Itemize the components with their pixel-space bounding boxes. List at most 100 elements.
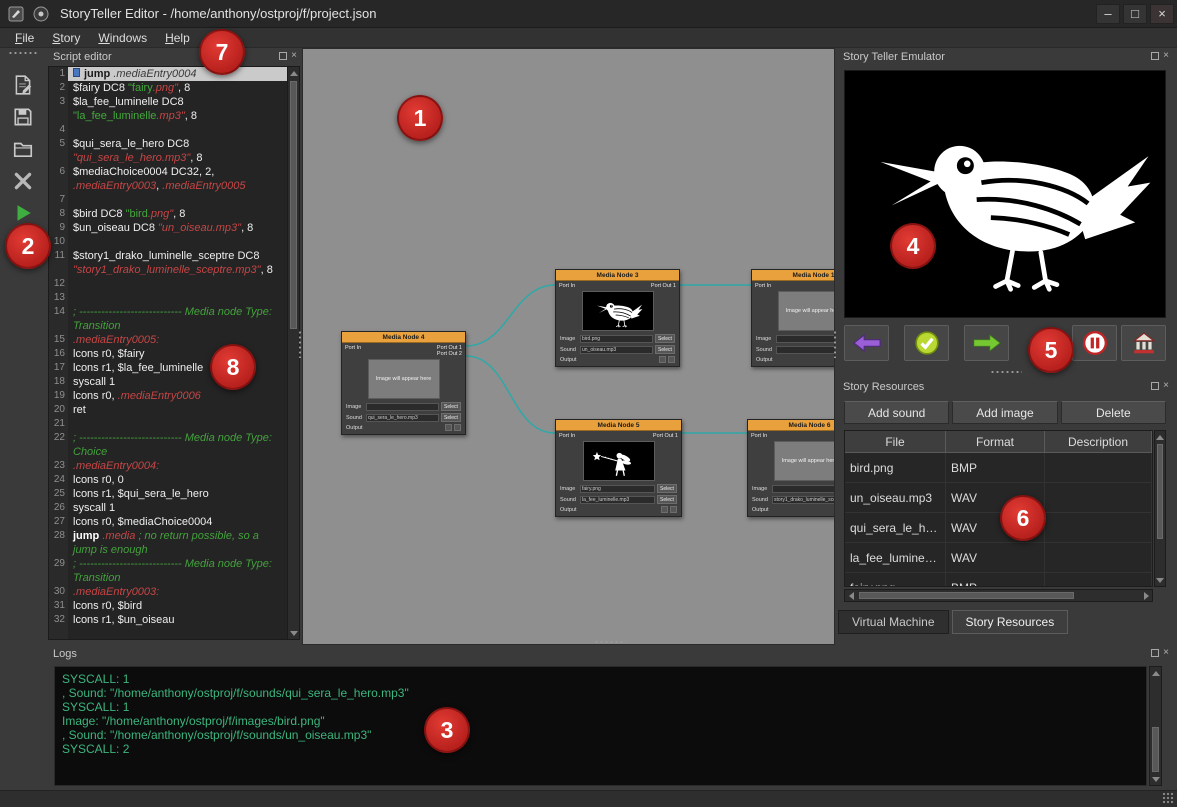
scroll-down-icon[interactable] [1155,574,1165,586]
node-title[interactable]: Media Node 5 [556,420,681,431]
scrollbar-thumb[interactable] [859,592,1074,599]
code-line-24[interactable]: 24lcons r0, 0 [49,473,287,487]
code-line-20[interactable]: 20ret [49,403,287,417]
media-node-3[interactable]: Media Node 3Port InPort Out 1Imagebird.p… [555,269,680,367]
connection-wire-2[interactable] [466,356,555,433]
close-panel-icon[interactable]: × [291,51,297,61]
output-remove-button[interactable] [670,506,677,513]
media-node-6[interactable]: Media Node 6Port InPort Out 1Image will … [747,419,835,517]
port-in[interactable]: Port In [755,283,771,289]
minimize-button[interactable]: – [1096,4,1120,24]
code-line-19[interactable]: 19lcons r0, .mediaEntry0006 [49,389,287,403]
select-image-button[interactable]: Select [655,334,675,343]
code-line-7[interactable]: 7 [49,193,287,207]
select-sound-button[interactable]: Select [655,345,675,354]
node-title[interactable]: Media Node 1 [752,270,835,281]
code-line-2[interactable]: 2$fairy DC8 "fairy.png", 8 [49,81,287,95]
tab-virtual-machine[interactable]: Virtual Machine [838,610,949,634]
logs-console[interactable]: SYSCALL: 1, Sound: "/home/anthony/ostpro… [54,666,1147,786]
run-button[interactable] [10,200,36,226]
code-line-9[interactable]: 9$un_oiseau DC8 "un_oiseau.mp3", 8 [49,221,287,235]
code-line-15[interactable]: 15.mediaEntry0005: [49,333,287,347]
code-line-13[interactable]: 13 [49,291,287,305]
port-in[interactable]: Port In [559,283,575,289]
save-button[interactable] [10,104,36,130]
scroll-up-icon[interactable] [288,67,299,79]
port-in[interactable]: Port In [559,433,575,439]
resources-table[interactable]: FileFormatDescription bird.pngBMPun_oise… [844,430,1153,587]
scroll-up-icon[interactable] [1155,431,1165,443]
select-sound-button[interactable]: Select [441,413,461,422]
column-header-description[interactable]: Description [1045,431,1152,453]
splitter-script-canvas[interactable] [298,330,303,358]
output-add-button[interactable] [445,424,452,431]
scroll-down-icon[interactable] [1150,773,1161,785]
next-button[interactable] [964,325,1009,361]
port-in[interactable]: Port In [345,345,361,357]
media-node-1[interactable]: Media Node 1Port InPort Out 1Image will … [751,269,835,367]
table-row[interactable]: qui_sera_le_h…WAV [845,513,1152,543]
node-title[interactable]: Media Node 6 [748,420,835,431]
code-line-1[interactable]: 1jump .mediaEntry0004 [49,67,287,81]
splitter-canvas-logs[interactable] [594,640,626,645]
scroll-left-icon[interactable] [845,590,857,601]
code-line-11[interactable]: 11$story1_drako_luminelle_sceptre DC8 "s… [49,249,287,277]
menu-story[interactable]: Story [43,30,89,46]
code-line-10[interactable]: 10 [49,235,287,249]
close-panel-icon[interactable]: × [1163,51,1169,61]
resources-horizontal-scrollbar[interactable] [844,589,1153,602]
float-panel-icon[interactable] [1151,649,1159,657]
code-line-3[interactable]: 3$la_fee_luminelle DC8 "la_fee_luminelle… [49,95,287,123]
float-panel-icon[interactable] [1151,52,1159,60]
validate-button[interactable] [904,325,949,361]
menu-windows[interactable]: Windows [89,30,156,46]
toolbar-drag-handle[interactable] [8,51,38,57]
open-button[interactable] [10,136,36,162]
close-panel-icon[interactable]: × [1163,648,1169,658]
delete-button[interactable]: Delete [1061,401,1166,424]
scroll-right-icon[interactable] [1140,590,1152,601]
column-header-file[interactable]: File [845,431,946,453]
table-row[interactable]: bird.pngBMP [845,453,1152,483]
close-project-button[interactable] [10,168,36,194]
add-sound-button[interactable]: Add sound [844,401,949,424]
add-image-button[interactable]: Add image [952,401,1057,424]
code-line-29[interactable]: 29; ---------------------------- Media n… [49,557,287,585]
connection-wire-1[interactable] [466,285,555,346]
scrollbar-thumb[interactable] [1152,727,1159,772]
home-button[interactable] [1121,325,1166,361]
node-canvas[interactable]: Media Node 4Port InPort Out 1Port Out 2I… [302,48,835,645]
resources-vertical-scrollbar[interactable] [1154,430,1166,587]
code-line-23[interactable]: 23.mediaEntry0004: [49,459,287,473]
table-row[interactable]: la_fee_lumine…WAV [845,543,1152,573]
code-line-8[interactable]: 8$bird DC8 "bird.png", 8 [49,207,287,221]
select-sound-button[interactable]: Select [657,495,677,504]
scrollbar-thumb[interactable] [290,81,297,329]
code-line-22[interactable]: 22; ---------------------------- Media n… [49,431,287,459]
select-image-button[interactable]: Select [441,402,461,411]
code-line-6[interactable]: 6$mediaChoice0004 DC32, 2, .mediaEntry00… [49,165,287,193]
title-bar[interactable]: StoryTeller Editor - /home/anthony/ostpr… [0,0,1177,28]
scroll-down-icon[interactable] [288,627,299,639]
tab-story-resources[interactable]: Story Resources [952,610,1069,634]
output-add-button[interactable] [659,356,666,363]
pause-button[interactable] [1072,325,1117,361]
output-remove-button[interactable] [454,424,461,431]
script-editor[interactable]: 1jump .mediaEntry00042$fairy DC8 "fairy.… [48,66,300,640]
code-line-30[interactable]: 30.mediaEntry0003: [49,585,287,599]
previous-button[interactable] [844,325,889,361]
media-node-4[interactable]: Media Node 4Port InPort Out 1Port Out 2I… [341,331,466,435]
close-panel-icon[interactable]: × [1163,381,1169,391]
maximize-button[interactable]: □ [1123,4,1147,24]
code-line-14[interactable]: 14; ---------------------------- Media n… [49,305,287,333]
code-line-4[interactable]: 4 [49,123,287,137]
code-line-28[interactable]: 28jump .media ; no return possible, so a… [49,529,287,557]
code-line-12[interactable]: 12 [49,277,287,291]
node-title[interactable]: Media Node 3 [556,270,679,281]
port-out[interactable]: Port Out 2 [437,351,462,357]
port-out[interactable]: Port Out 1 [651,283,676,289]
port-out[interactable]: Port Out 1 [653,433,678,439]
code-line-21[interactable]: 21 [49,417,287,431]
select-image-button[interactable]: Select [657,484,677,493]
float-panel-icon[interactable] [279,52,287,60]
